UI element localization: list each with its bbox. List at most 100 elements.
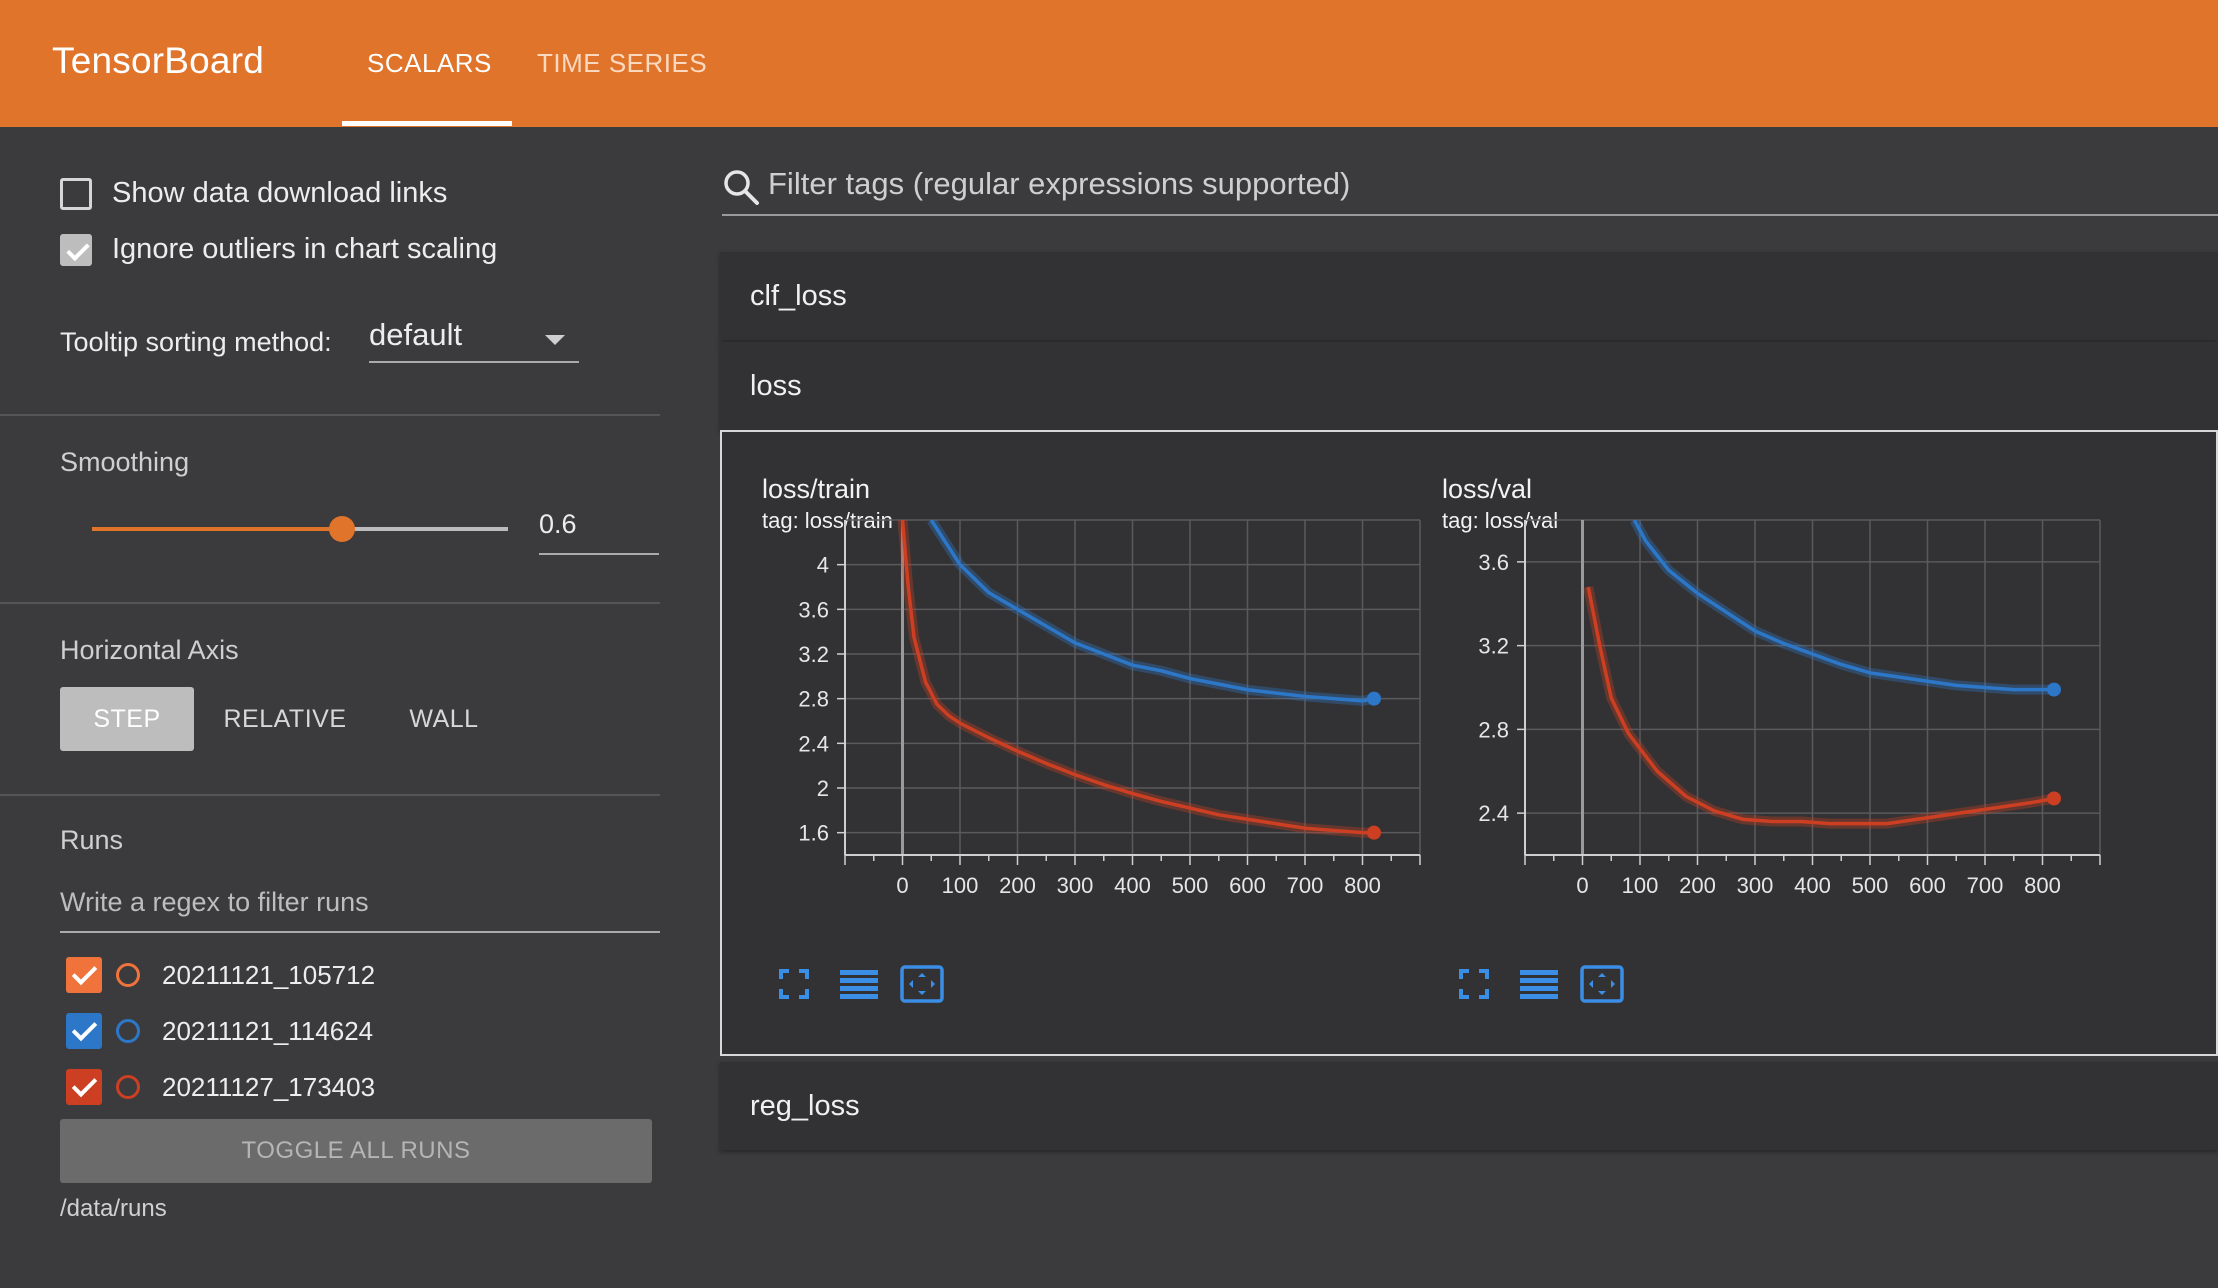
y-tick-label: 2.4 <box>1478 801 1509 826</box>
y-tick-label: 4 <box>817 553 829 578</box>
group-header-loss[interactable]: loss <box>720 342 2218 430</box>
ignore-outliers-option[interactable]: Ignore outliers in chart scaling <box>60 233 497 266</box>
smoothing-input[interactable]: 0.6 <box>539 509 659 555</box>
y-tick-label: 2.8 <box>798 687 829 712</box>
chevron-down-icon <box>545 335 565 345</box>
divider <box>0 602 660 604</box>
search-icon <box>724 170 759 205</box>
y-tick-label: 2.8 <box>1478 717 1509 742</box>
smoothing-value: 0.6 <box>539 509 577 539</box>
runs-filter-placeholder: Write a regex to filter runs <box>60 887 369 917</box>
smoothing-title: Smoothing <box>60 447 190 477</box>
series-end-point <box>2047 682 2061 697</box>
x-tick-label: 200 <box>1679 873 1716 898</box>
run-name: 20211127_173403 <box>162 1071 376 1102</box>
fullscreen-icon[interactable] <box>1458 968 1490 1000</box>
smoothing-slider-fill <box>92 527 342 531</box>
loss-train-chart[interactable]: 0 100 200 300 400 500 600 700 800 1.6 2 2.4 2.8 3.2 3.… <box>722 432 1422 972</box>
run-item[interactable]: 20211127_173403 <box>66 1069 375 1105</box>
group-header-reg-loss[interactable]: reg_loss <box>720 1062 2218 1150</box>
y-tick-label: 3.6 <box>798 597 829 622</box>
x-tick-label: 500 <box>1172 873 1209 898</box>
show-download-links-option[interactable]: Show data download links <box>60 177 447 210</box>
group-title: clf_loss <box>750 280 847 312</box>
x-tick-label: 500 <box>1852 873 1889 898</box>
run-item[interactable]: 20211121_105712 <box>66 957 375 993</box>
series-end-point <box>2047 791 2061 806</box>
series-line <box>1586 586 2055 826</box>
loss-group-content: loss/train tag: loss/train 0 100 200 300 400… <box>720 430 2218 1056</box>
x-tick-label: 100 <box>942 873 979 898</box>
toggle-all-runs-button[interactable]: TOGGLE ALL RUNS <box>60 1119 652 1183</box>
smoothing-slider-handle[interactable] <box>329 516 355 542</box>
fit-domain-icon[interactable] <box>900 965 944 1003</box>
toggle-log-scale-icon[interactable] <box>840 968 878 1000</box>
run-checkbox[interactable] <box>66 1069 102 1105</box>
y-tick-label: 1.6 <box>798 821 829 846</box>
run-color-circle[interactable] <box>116 1019 140 1043</box>
fullscreen-icon[interactable] <box>778 968 810 1000</box>
x-tick-label: 400 <box>1114 873 1151 898</box>
x-tick-label: 300 <box>1057 873 1094 898</box>
run-color-circle[interactable] <box>116 963 140 987</box>
show-download-links-label: Show data download links <box>112 177 448 209</box>
ignore-outliers-label: Ignore outliers in chart scaling <box>112 233 498 265</box>
y-tick-label: 3.2 <box>1478 634 1509 659</box>
x-tick-label: 800 <box>1344 873 1381 898</box>
series-raw-band <box>897 520 1374 838</box>
group-header-clf-loss[interactable]: clf_loss <box>720 252 2218 340</box>
x-tick-label: 400 <box>1794 873 1831 898</box>
tag-filter-placeholder: Filter tags (regular expressions support… <box>768 166 1351 201</box>
run-name: 20211121_114624 <box>162 1015 374 1046</box>
x-tick-label: 700 <box>1967 873 2004 898</box>
ignore-outliers-checkbox[interactable] <box>60 233 92 266</box>
series-end-point <box>1367 691 1381 706</box>
x-tick-label: 600 <box>1909 873 1946 898</box>
x-tick-label: 600 <box>1229 873 1266 898</box>
x-tick-label: 100 <box>1622 873 1659 898</box>
axis-relative-button[interactable]: RELATIVE <box>210 687 360 751</box>
group-title: reg_loss <box>750 1090 860 1122</box>
runs-title: Runs <box>60 825 124 855</box>
run-item[interactable]: 20211121_114624 <box>66 1013 373 1049</box>
divider <box>0 414 660 416</box>
group-title: loss <box>750 370 802 402</box>
x-tick-label: 0 <box>1576 873 1588 898</box>
x-tick-label: 0 <box>896 873 908 898</box>
series-raw-band <box>927 520 1375 706</box>
tab-scalars[interactable]: SCALARS <box>367 48 492 79</box>
show-download-links-checkbox[interactable] <box>60 177 92 210</box>
axis-step-button[interactable]: STEP <box>60 687 194 751</box>
loss-val-chart[interactable]: 0 100 200 300 400 500 600 700 800 2.4 2.8 3.2 3.6 <box>1402 432 2102 972</box>
y-tick-label: 2.4 <box>798 731 829 756</box>
app-title: TensorBoard <box>52 40 264 81</box>
run-color-circle[interactable] <box>116 1075 140 1099</box>
x-tick-label: 200 <box>999 873 1036 898</box>
run-checkbox[interactable] <box>66 1013 102 1049</box>
top-app-bar: TensorBoard SCALARS TIME SERIES <box>0 0 2218 127</box>
tag-filter-input[interactable]: Filter tags (regular expressions support… <box>722 150 2218 216</box>
log-directory: /data/runs <box>60 1195 167 1222</box>
run-name: 20211121_105712 <box>162 959 376 990</box>
divider <box>0 794 660 796</box>
runs-filter-input[interactable]: Write a regex to filter runs <box>60 887 660 933</box>
run-checkbox[interactable] <box>66 957 102 993</box>
horizontal-axis-title: Horizontal Axis <box>60 635 239 665</box>
y-tick-label: 2 <box>817 776 829 801</box>
y-tick-label: 3.2 <box>798 642 829 667</box>
toggle-log-scale-icon[interactable] <box>1520 968 1558 1000</box>
y-tick-label: 3.6 <box>1478 550 1509 575</box>
tab-time-series[interactable]: TIME SERIES <box>537 48 707 79</box>
tooltip-sorting-select[interactable]: default <box>369 317 579 363</box>
axis-wall-button[interactable]: WALL <box>376 687 512 751</box>
fit-domain-icon[interactable] <box>1580 965 1624 1003</box>
series-end-point <box>1367 825 1381 840</box>
sidebar: Show data download links Ignore outliers… <box>0 127 660 1288</box>
tooltip-sorting-label: Tooltip sorting method: <box>60 327 332 357</box>
active-tab-indicator <box>342 121 512 126</box>
x-tick-label: 700 <box>1287 873 1324 898</box>
tooltip-sorting-value: default <box>369 317 463 352</box>
series-line <box>900 520 1374 835</box>
series-raw-band <box>1583 586 2055 829</box>
x-tick-label: 800 <box>2024 873 2061 898</box>
